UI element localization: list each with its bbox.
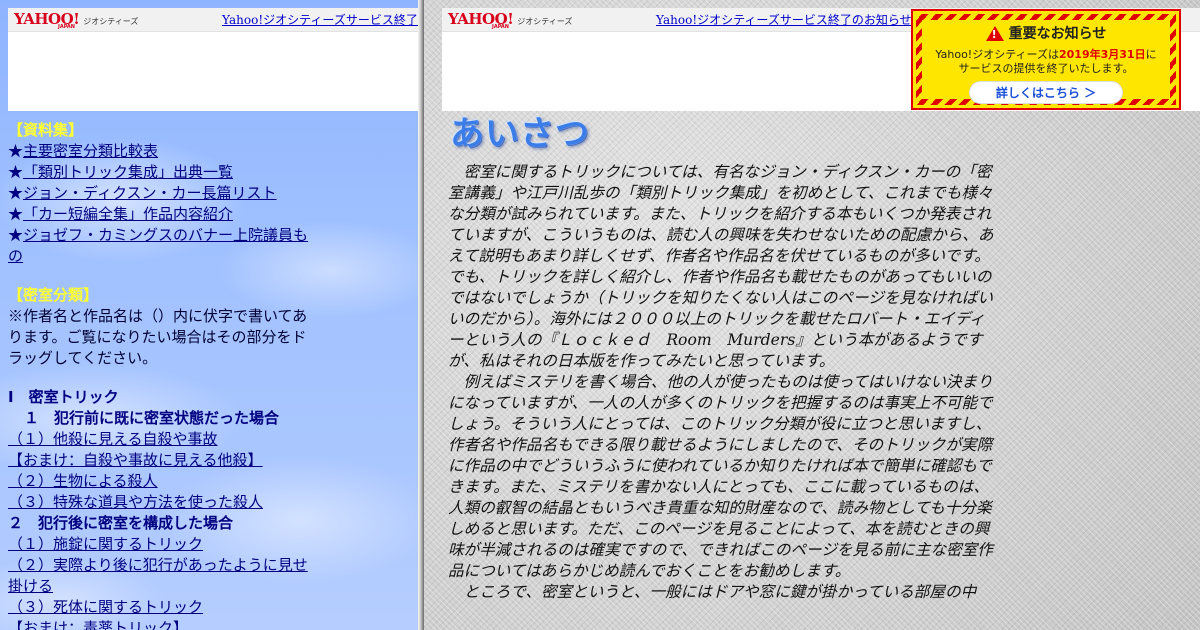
materials-item-3: ★ジョン・ディクスン・カー長篇リスト <box>8 183 318 204</box>
materials-item-2: ★「類別トリック集成」出典一覧 <box>8 162 318 183</box>
materials-item-1: ★主要密室分類比較表 <box>8 141 318 162</box>
classification-heading: 【密室分類】 <box>8 286 99 304</box>
paragraph-2: 例えばミステリを書く場合、他の人が使ったものは使ってはいけない決まりになっていま… <box>448 373 993 580</box>
service-end-notice-link-right[interactable]: Yahoo!ジオシティーズサービス終了のお知らせ <box>656 11 912 28</box>
link-cummings-banner[interactable]: ジョゼフ・カミングスのバナー上院議員もの <box>8 226 308 265</box>
list-item: 【おまけ：毒薬トリック】 <box>8 618 318 630</box>
notice-end-date: 2019年3月31日 <box>1059 48 1146 61</box>
notice-body: Yahoo!ジオシティーズは2019年3月31日に サービスの提供を終了いたしま… <box>922 48 1170 76</box>
link-trick-source-list[interactable]: 「類別トリック集成」出典一覧 <box>23 163 233 181</box>
link-corpse-tricks[interactable]: （３）死体に関するトリック <box>8 598 203 616</box>
star-icon: ★ <box>8 226 24 244</box>
greeting-article: 密室に関するトリックについては、有名なジョン・ディクスン・カーの「密室講義」や江… <box>448 162 996 603</box>
yahoo-logo-right[interactable]: YAHOO! JAPAN ジオシティーズ <box>448 10 648 30</box>
link-suicide-or-accident[interactable]: （１）他殺に見える自殺や事故 <box>8 430 218 448</box>
materials-heading: 【資料集】 <box>8 121 84 139</box>
list-item: （３）死体に関するトリック <box>8 597 318 618</box>
list-item: （２）生物による殺人 <box>8 471 318 492</box>
section-locked-room-tricks: Ⅰ 密室トリック <box>8 388 119 406</box>
star-icon: ★ <box>8 142 24 160</box>
right-frame[interactable]: YAHOO! JAPAN ジオシティーズ Yahoo!ジオシティーズサービス終了の… <box>424 0 1200 630</box>
materials-item-5: ★ジョゼフ・カミングスのバナー上院議員もの <box>8 225 318 267</box>
star-icon: ★ <box>8 205 24 223</box>
subsection-before-crime: １ 犯行前に既に密室状態だった場合 <box>24 409 280 427</box>
notice-title: 重要なお知らせ <box>922 20 1170 43</box>
link-time-tricks[interactable]: （２）実際より後に犯行があったように見せ掛ける <box>8 556 308 595</box>
yahoo-logo-icon: YAHOO! JAPAN <box>448 10 514 30</box>
yahoo-logo-icon: YAHOO! JAPAN <box>14 10 80 30</box>
list-item: （３）特殊な道具や方法を使った殺人 <box>8 492 318 513</box>
link-bonus-poison[interactable]: 【おまけ：毒薬トリック】 <box>8 619 188 630</box>
link-carr-short-stories[interactable]: 「カー短編全集」作品内容紹介 <box>23 205 233 223</box>
geocities-label: ジオシティーズ <box>517 17 573 26</box>
link-bonus-murder-as-suicide[interactable]: 【おまけ：自殺や事故に見える他殺】 <box>8 451 263 469</box>
materials-item-4: ★「カー短編全集」作品内容紹介 <box>8 204 318 225</box>
left-frame[interactable]: YAHOO! JAPAN ジオシティーズ Yahoo!ジオシティーズサービス終了の… <box>0 0 418 630</box>
paragraph-3: ところで、密室というと、一般にはドアや窓に鍵が掛かっている部屋の中 <box>463 583 977 601</box>
important-notice-banner: 重要なお知らせ Yahoo!ジオシティーズは2019年3月31日に サービスの提… <box>911 9 1181 110</box>
list-item: （１）施錠に関するトリック <box>8 534 318 555</box>
link-locking-tricks[interactable]: （１）施錠に関するトリック <box>8 535 203 553</box>
sidebar-nav: 【資料集】 ★主要密室分類比較表 ★「類別トリック集成」出典一覧 ★ジョン・ディ… <box>8 120 318 630</box>
notice-content: 重要なお知らせ Yahoo!ジオシティーズは2019年3月31日に サービスの提… <box>922 20 1170 104</box>
star-icon: ★ <box>8 163 24 181</box>
link-murder-by-creature[interactable]: （２）生物による殺人 <box>8 472 158 490</box>
geocities-label: ジオシティーズ <box>83 17 139 26</box>
link-special-tools[interactable]: （３）特殊な道具や方法を使った殺人 <box>8 493 263 511</box>
star-icon: ★ <box>8 184 24 202</box>
yahoo-logo-left[interactable]: YAHOO! JAPAN ジオシティーズ <box>14 10 214 30</box>
page-title: あいさつ <box>450 114 590 154</box>
list-item: （１）他殺に見える自殺や事故 <box>8 429 318 450</box>
link-carr-novels-list[interactable]: ジョン・ディクスン・カー長篇リスト <box>23 184 277 202</box>
notice-details-button[interactable]: 詳しくはこちら ＞ <box>968 81 1124 104</box>
yahoo-strip-left: YAHOO! JAPAN ジオシティーズ Yahoo!ジオシティーズサービス終了の <box>8 8 418 32</box>
notice-suffix: に <box>1145 48 1157 61</box>
subsection-after-crime: ２ 犯行後に密室を構成した場合 <box>8 514 234 532</box>
notice-prefix: Yahoo!ジオシティーズは <box>935 48 1059 61</box>
notice-line2: サービスの提供を終了いたします。 <box>958 62 1134 75</box>
service-end-notice-link-left[interactable]: Yahoo!ジオシティーズサービス終了の <box>222 11 418 28</box>
yahoo-header-bar-left: YAHOO! JAPAN ジオシティーズ Yahoo!ジオシティーズサービス終了の <box>8 8 418 111</box>
paragraph-1: 密室に関するトリックについては、有名なジョン・ディクスン・カーの「密室講義」や江… <box>448 163 994 370</box>
notice-title-text: 重要なお知らせ <box>1008 26 1107 42</box>
drag-hint-note: ※作者名と作品名は（）内に伏字で書いてあります。ご覧になりたい場合はその部分をド… <box>8 307 308 367</box>
list-item: 【おまけ：自殺や事故に見える他殺】 <box>8 450 318 471</box>
notice-stripe-border: 重要なお知らせ Yahoo!ジオシティーズは2019年3月31日に サービスの提… <box>916 14 1176 105</box>
list-item: （２）実際より後に犯行があったように見せ掛ける <box>8 555 318 597</box>
warning-icon <box>985 25 1004 41</box>
link-room-classification-table[interactable]: 主要密室分類比較表 <box>23 142 158 160</box>
